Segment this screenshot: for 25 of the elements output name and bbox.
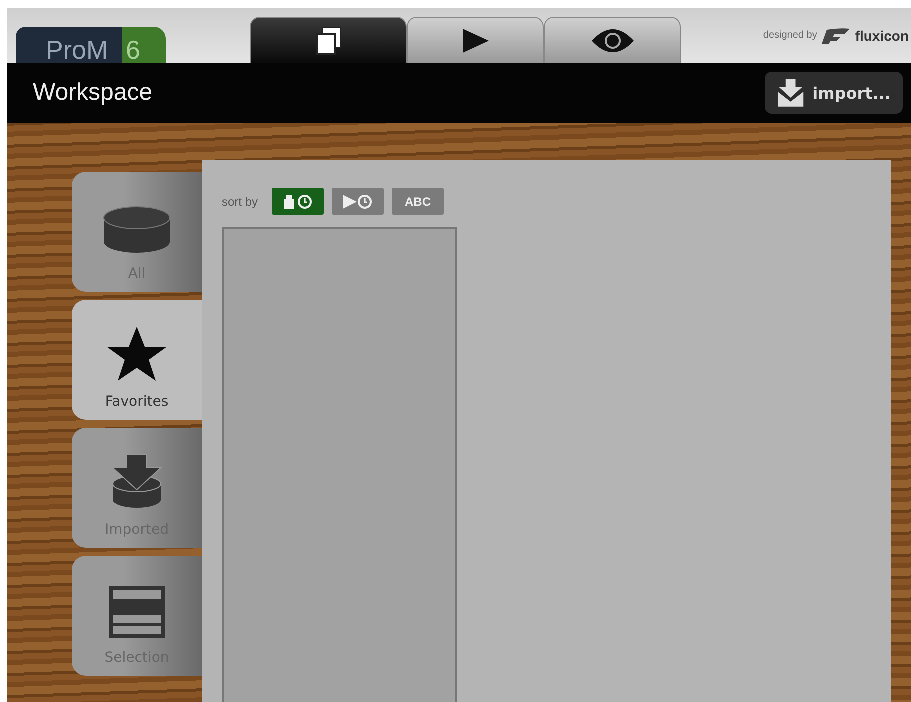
logo-name: ProM	[16, 27, 122, 63]
main-tab[interactable]	[544, 17, 681, 63]
import-button[interactable]: import...	[765, 72, 903, 114]
eye-icon	[590, 28, 634, 54]
list-icon	[109, 586, 165, 638]
page-title: Workspace	[33, 79, 153, 107]
logo-version: 6	[122, 27, 166, 63]
star-icon	[106, 326, 168, 382]
play-icon	[462, 28, 490, 54]
import-tray-icon	[777, 78, 805, 108]
pages-icon	[316, 26, 342, 54]
play-clock-icon	[342, 194, 374, 210]
feather-logo-icon	[821, 28, 852, 44]
sort-button[interactable]: ABC	[392, 188, 444, 215]
disk-icon	[103, 206, 171, 254]
brand-name: fluxicon	[855, 28, 909, 44]
sidebar-tab[interactable]: Favorites	[72, 300, 202, 420]
sort-button[interactable]	[332, 188, 384, 215]
credit-label: designed by	[763, 30, 818, 41]
main-tab[interactable]	[250, 17, 407, 63]
sort-button[interactable]	[272, 188, 324, 215]
disk-clock-icon	[282, 194, 314, 210]
download-disk-icon	[111, 454, 163, 510]
sort-label: sort by	[222, 194, 258, 208]
main-tab[interactable]	[407, 17, 544, 63]
